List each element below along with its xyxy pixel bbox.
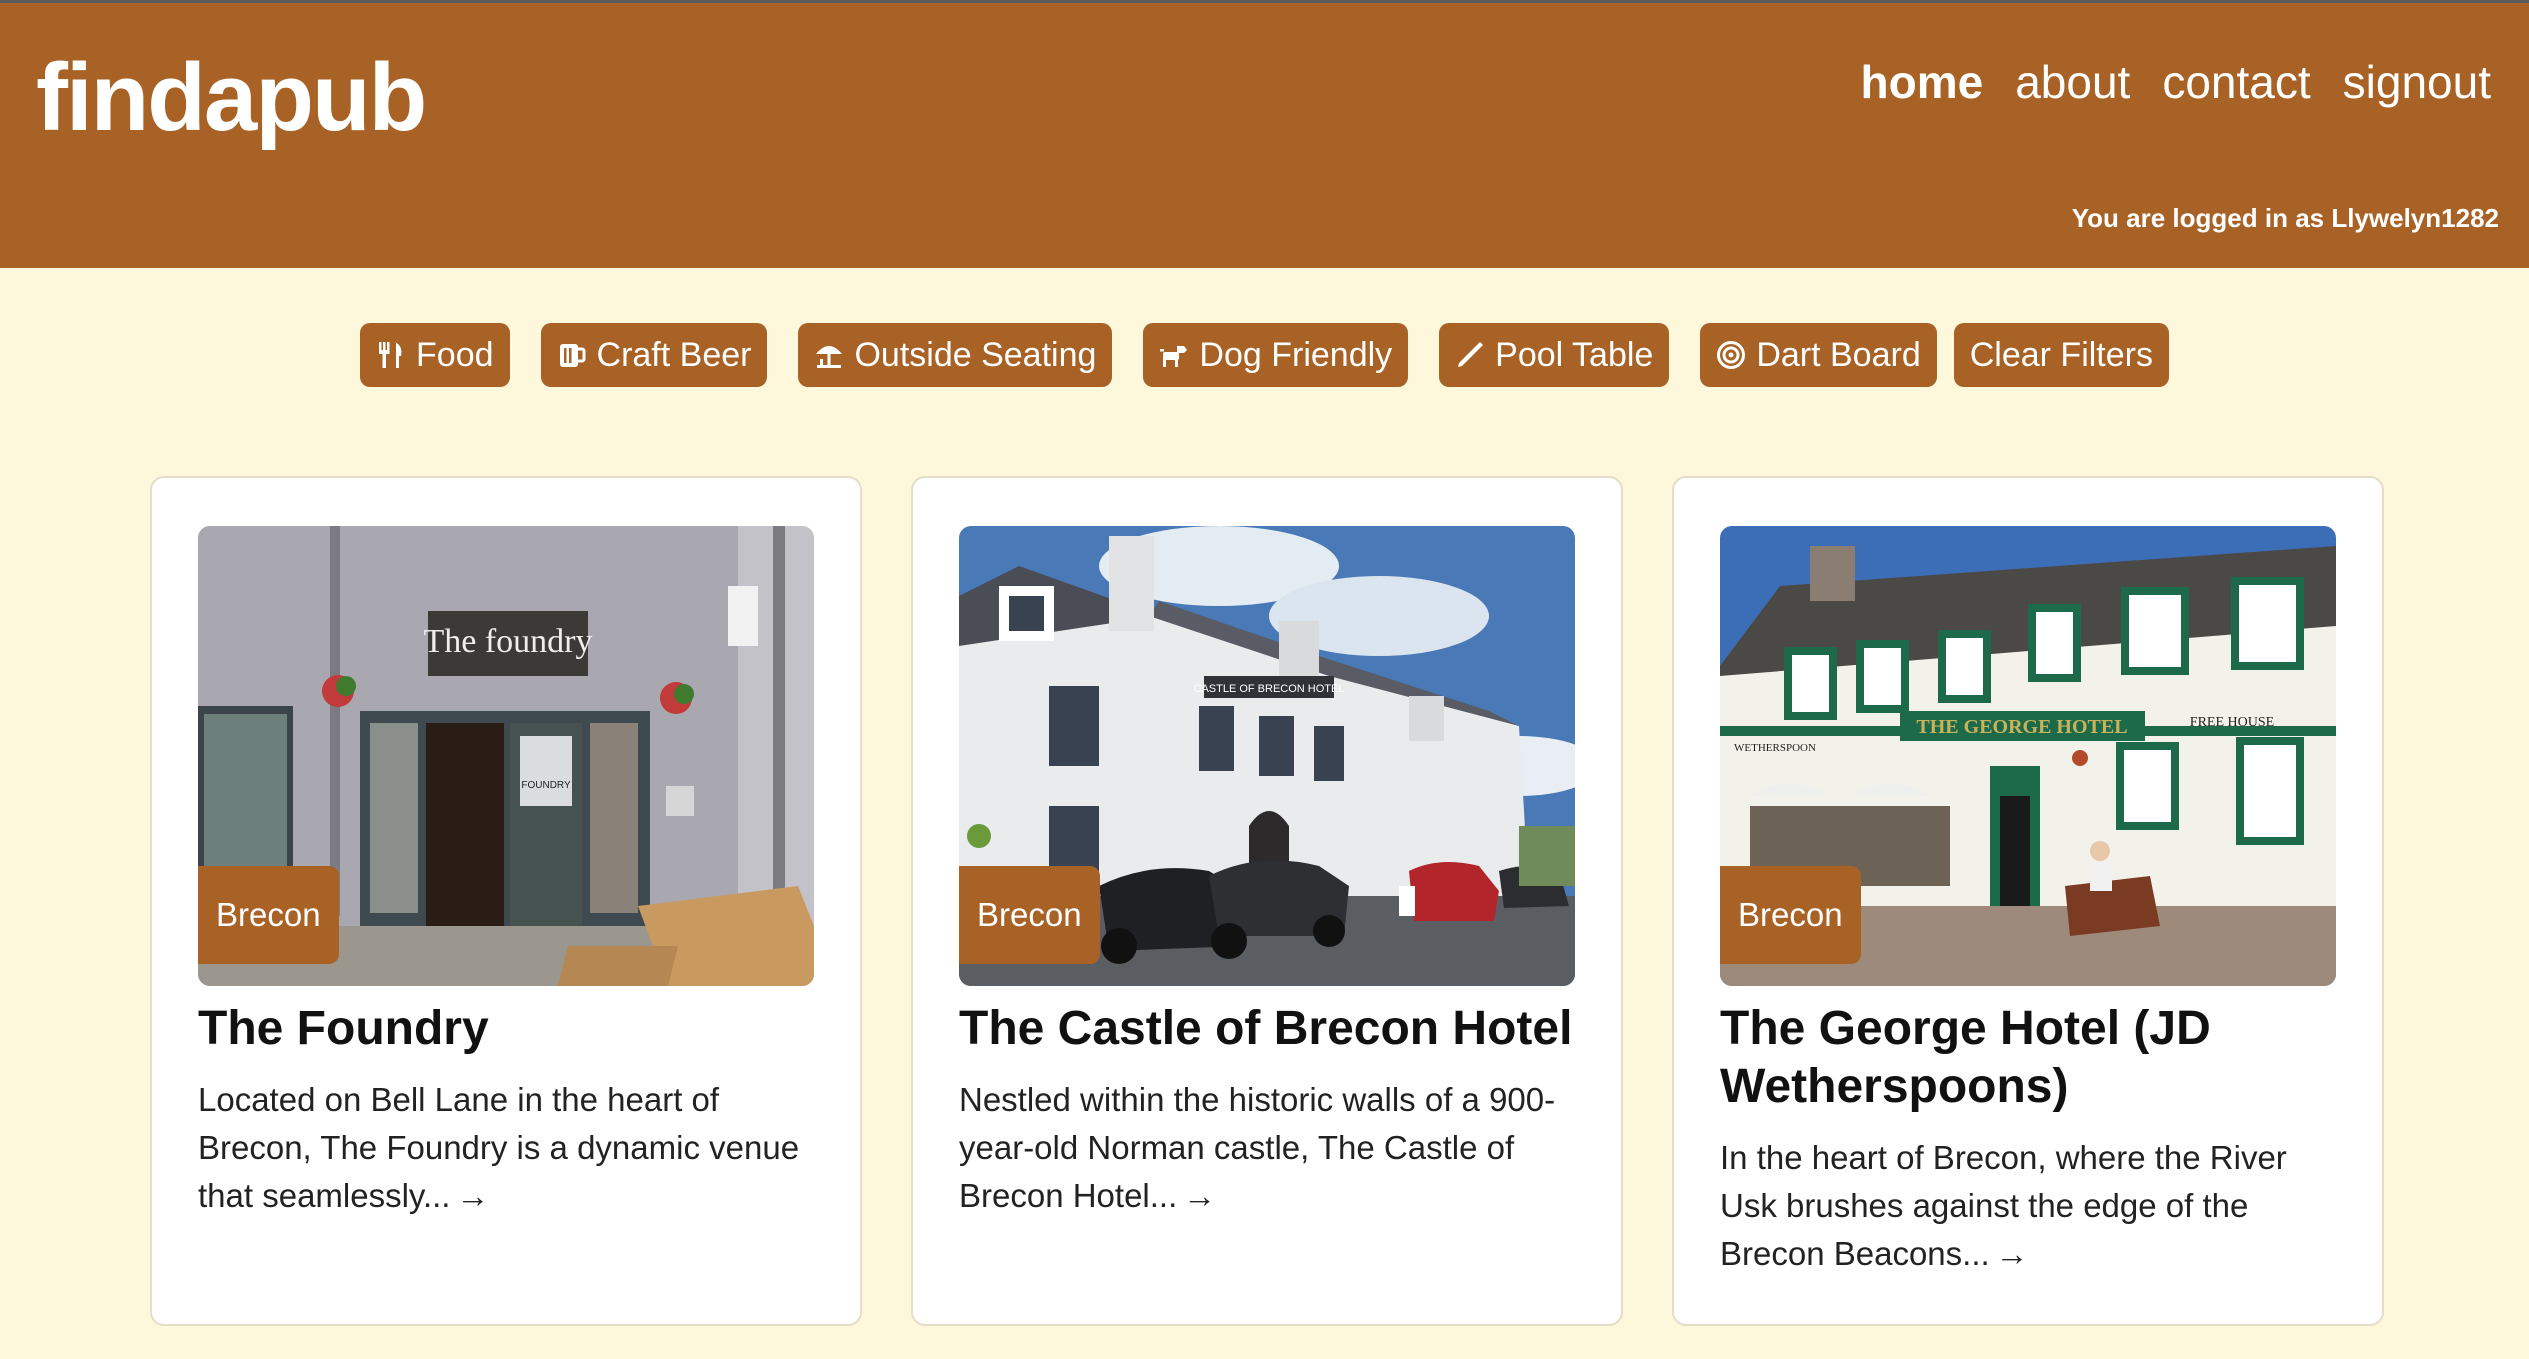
nav-contact[interactable]: contact (2162, 55, 2310, 109)
filter-dog-friendly-button[interactable]: Dog Friendly (1143, 323, 1409, 387)
pub-photo[interactable]: CASTLE OF BRECON HOTEL Brecon (959, 526, 1575, 986)
arrow-right-icon[interactable]: → (1996, 1235, 2029, 1272)
filter-food-button[interactable]: Food (360, 323, 510, 387)
utensils-icon (376, 340, 406, 370)
clear-filters-button[interactable]: Clear Filters (1953, 323, 2169, 387)
door-sign: FOUNDRY (521, 780, 571, 791)
beer-mug-icon (557, 340, 587, 370)
pub-card-list: The foundry FOUNDRY Brecon The Foundry L… (150, 476, 2384, 1326)
pub-sign: CASTLE OF BRECON HOTEL (1194, 683, 1345, 695)
filter-dart-board-button[interactable]: Dart Board (1700, 323, 1937, 387)
pub-title[interactable]: The Foundry (198, 1000, 828, 1058)
filter-craft-beer-button[interactable]: Craft Beer (540, 323, 768, 387)
description-text: Located on Bell Lane in the heart of Bre… (198, 1081, 800, 1214)
pub-title[interactable]: The Castle of Brecon Hotel (959, 1000, 1589, 1058)
arrow-right-icon[interactable]: → (456, 1177, 489, 1214)
site-header: findapub home about contact signout You … (0, 0, 2529, 268)
umbrella-table-icon (814, 340, 844, 370)
target-icon (1716, 340, 1746, 370)
nav-home[interactable]: home (1861, 55, 1984, 109)
pub-description: Nestled within the historic walls of a 9… (959, 1076, 1579, 1220)
description-text: Nestled within the historic walls of a 9… (959, 1081, 1556, 1214)
pub-description: Located on Bell Lane in the heart of Bre… (198, 1076, 818, 1220)
pub-sign: The foundry (423, 623, 592, 660)
filter-label: Outside Seating (854, 335, 1097, 374)
filter-label: Food (416, 335, 494, 374)
filter-label: Dog Friendly (1199, 335, 1393, 374)
cue-icon (1455, 340, 1485, 370)
pub-sign: THE GEORGE HOTEL (1916, 716, 2127, 738)
filter-label: Craft Beer (596, 335, 752, 374)
filter-bar: Food Craft Beer Outside Seating Dog Frie… (0, 323, 2529, 387)
nav-signout[interactable]: signout (2343, 55, 2491, 109)
filter-label: Clear Filters (1969, 335, 2153, 374)
nav-about[interactable]: about (2015, 55, 2130, 109)
site-logo[interactable]: findapub (36, 43, 427, 153)
pub-photo[interactable]: THE GEORGE HOTEL WETHERSPOON FREE HOUSE … (1720, 526, 2336, 986)
filter-label: Pool Table (1495, 335, 1654, 374)
filter-pool-table-button[interactable]: Pool Table (1439, 323, 1670, 387)
location-badge: Brecon (1720, 866, 1861, 964)
filter-outside-seating-button[interactable]: Outside Seating (798, 323, 1113, 387)
pub-description: In the heart of Brecon, where the River … (1720, 1134, 2340, 1278)
login-status: You are logged in as Llywelyn1282 (2071, 203, 2499, 233)
pub-title[interactable]: The George Hotel (JD Wetherspoons) (1720, 1000, 2350, 1116)
main-nav: home about contact signout (1861, 55, 2491, 109)
pub-card[interactable]: The foundry FOUNDRY Brecon The Foundry L… (150, 476, 862, 1326)
filter-label: Dart Board (1756, 335, 1921, 374)
pub-sign-right: FREE HOUSE (2190, 715, 2274, 730)
pub-card[interactable]: CASTLE OF BRECON HOTEL Brecon The Castle… (911, 476, 1623, 1326)
pub-photo[interactable]: The foundry FOUNDRY Brecon (198, 526, 814, 986)
dog-icon (1159, 340, 1189, 370)
pub-card[interactable]: THE GEORGE HOTEL WETHERSPOON FREE HOUSE … (1672, 476, 2384, 1326)
location-badge: Brecon (198, 866, 339, 964)
arrow-right-icon[interactable]: → (1183, 1177, 1216, 1214)
location-badge: Brecon (959, 866, 1100, 964)
pub-sign-left: WETHERSPOON (1734, 742, 1816, 754)
